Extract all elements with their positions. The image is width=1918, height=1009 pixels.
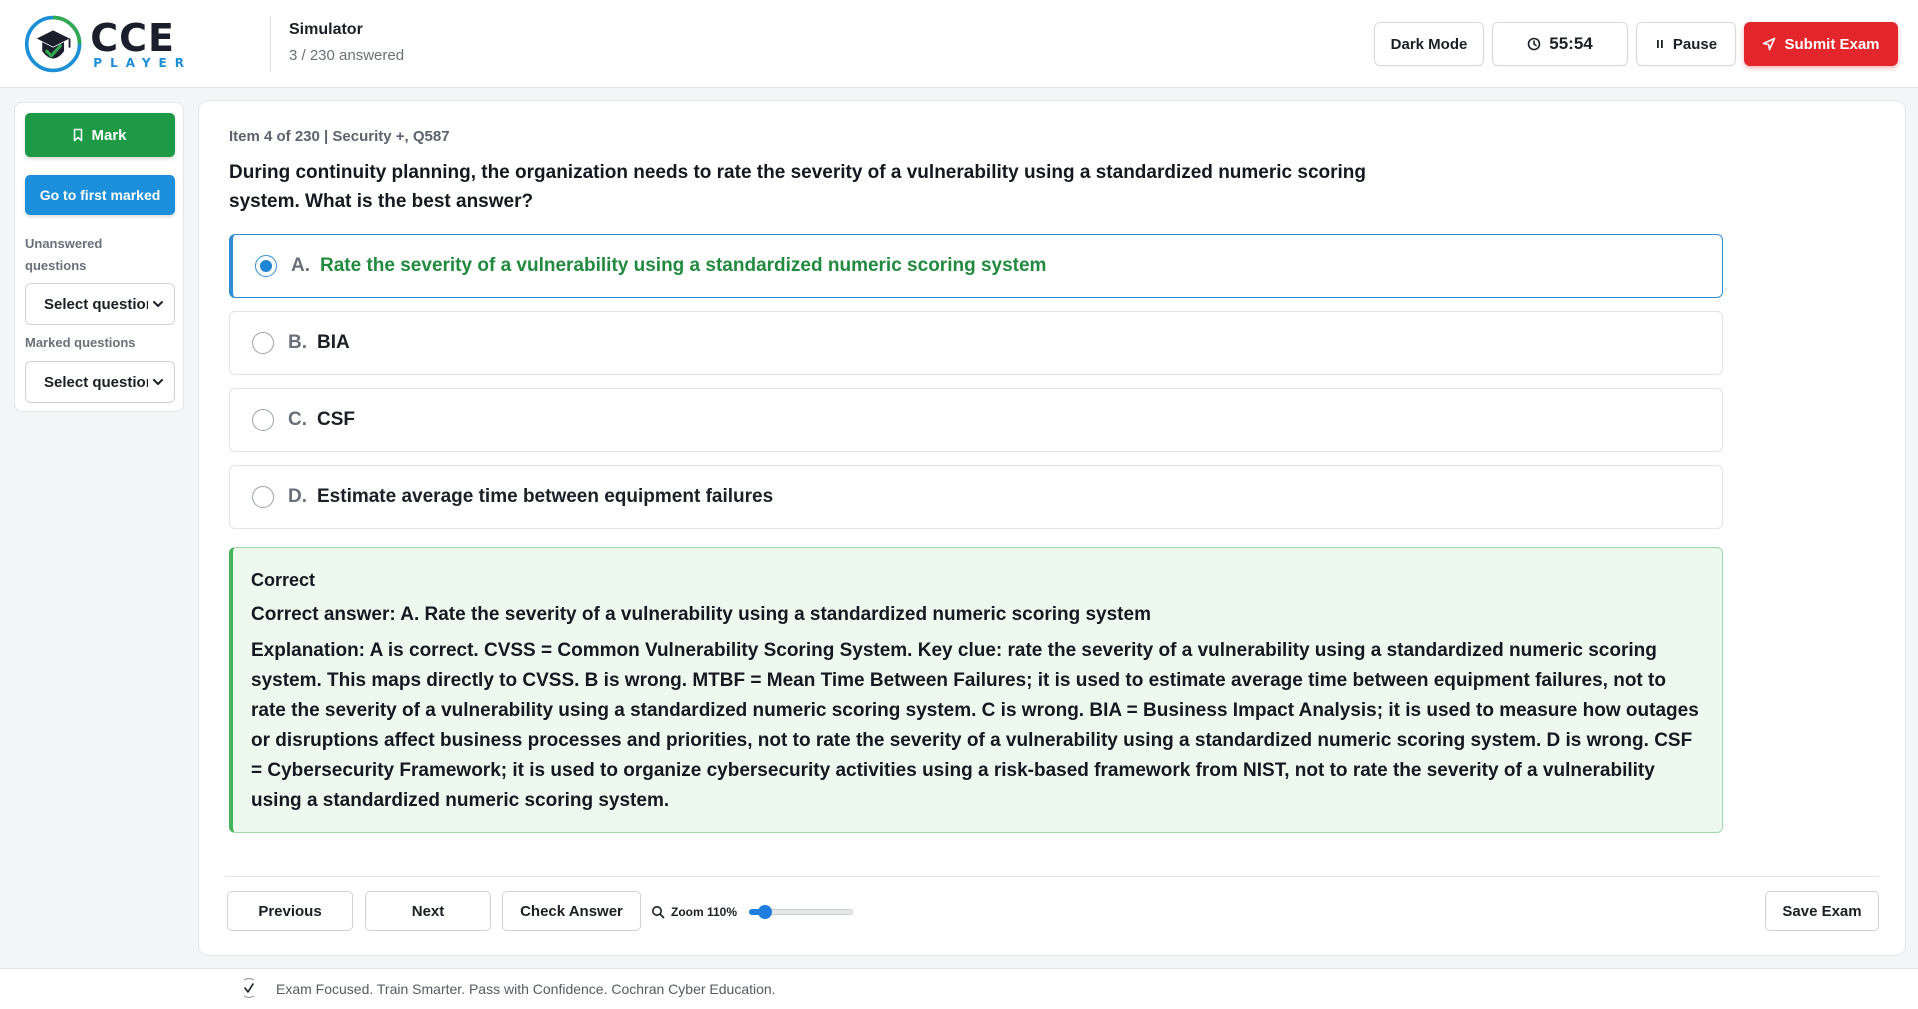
radio-button[interactable] xyxy=(252,486,274,508)
answered-progress: 3 / 230 answered xyxy=(289,47,405,64)
check-answer-button[interactable]: Check Answer xyxy=(502,891,641,931)
check-answer-label: Check Answer xyxy=(520,902,623,920)
next-label: Next xyxy=(411,902,445,920)
option-letter: C. xyxy=(288,409,307,430)
chevron-down-icon xyxy=(153,379,163,385)
pause-label: Pause xyxy=(1672,35,1718,53)
answer-option-b[interactable]: B. BIA xyxy=(229,311,1723,375)
answer-feedback: Correct Correct answer: A. Rate the seve… xyxy=(229,547,1723,833)
checkmark-icon xyxy=(243,977,255,999)
option-text: BIA xyxy=(317,332,350,353)
marked-questions-select[interactable]: Select question xyxy=(25,361,175,403)
feedback-status: Correct xyxy=(251,570,316,590)
answer-option-c[interactable]: C. CSF xyxy=(229,388,1723,452)
next-button[interactable]: Next xyxy=(365,891,491,931)
unanswered-questions-label: Unanswered questions xyxy=(25,236,103,273)
bookmark-icon xyxy=(74,128,83,142)
mark-button[interactable]: Mark xyxy=(25,113,175,157)
logo-subname: PLAYER xyxy=(93,56,192,70)
radio-button[interactable] xyxy=(252,409,274,431)
option-text: CSF xyxy=(317,409,355,430)
zoom-slider-thumb[interactable] xyxy=(758,905,773,919)
option-letter: B. xyxy=(288,332,307,353)
option-text: Estimate average time between equipment … xyxy=(317,486,774,507)
question-text: During continuity planning, the organiza… xyxy=(229,162,1367,212)
pause-button[interactable]: Pause xyxy=(1636,22,1736,66)
unanswered-questions-select[interactable]: Select question xyxy=(25,283,175,325)
answer-option-d[interactable]: D. Estimate average time between equipme… xyxy=(229,465,1723,529)
option-text: Rate the severity of a vulnerability usi… xyxy=(320,255,1047,276)
dark-mode-label: Dark Mode xyxy=(1390,35,1468,53)
timer-display[interactable]: 55:54 xyxy=(1492,22,1628,66)
magnifier-icon xyxy=(652,906,665,919)
send-icon xyxy=(1763,37,1776,51)
previous-button[interactable]: Previous xyxy=(227,891,353,931)
save-exam-button[interactable]: Save Exam xyxy=(1765,891,1879,931)
chevron-down-icon xyxy=(153,301,163,307)
mark-label: Mark xyxy=(91,126,127,144)
option-letter: D. xyxy=(288,486,307,507)
submit-exam-button[interactable]: Submit Exam xyxy=(1744,22,1898,66)
logo-name: CCE xyxy=(90,16,176,60)
answer-option-a[interactable]: A. Rate the severity of a vulnerability … xyxy=(229,234,1723,298)
save-exam-label: Save Exam xyxy=(1782,902,1862,920)
question-sidebar: Mark Go to first marked Unanswered quest… xyxy=(14,102,184,412)
controls-divider xyxy=(225,876,1879,877)
go-to-first-marked-label: Go to first marked xyxy=(39,187,161,203)
radio-button[interactable] xyxy=(252,332,274,354)
mode-title: Simulator xyxy=(289,21,363,38)
cce-player-logo: CCE PLAYER xyxy=(24,12,192,76)
timer-value: 55:54 xyxy=(1549,34,1593,53)
zoom-control: Zoom 110% xyxy=(651,900,854,924)
dark-mode-button[interactable]: Dark Mode xyxy=(1374,22,1484,66)
correct-answer-text: Correct answer: A. Rate the severity of … xyxy=(251,604,1151,625)
header-divider xyxy=(270,16,271,72)
zoom-slider[interactable] xyxy=(749,900,854,924)
item-meta: Item 4 of 230 | Security +, Q587 xyxy=(229,128,450,145)
explanation-text: Explanation: A is correct. CVSS = Common… xyxy=(251,640,1699,811)
question-panel: Item 4 of 230 | Security +, Q587 During … xyxy=(198,100,1906,956)
app-footer: Exam Focused. Train Smarter. Pass with C… xyxy=(0,968,1918,1009)
marked-questions-label: Marked questions xyxy=(25,335,136,350)
radio-selected-dot xyxy=(260,260,272,272)
radio-button[interactable] xyxy=(255,255,277,277)
option-letter: A. xyxy=(291,255,310,276)
pause-icon xyxy=(1656,40,1663,48)
app-header: CCE PLAYER Simulator 3 / 230 answered Da… xyxy=(0,0,1918,88)
graduation-shield-icon xyxy=(24,15,82,73)
footer-tagline: Exam Focused. Train Smarter. Pass with C… xyxy=(276,981,776,997)
previous-label: Previous xyxy=(258,902,322,920)
zoom-label: Zoom 110% xyxy=(671,905,738,919)
marked-select-value: Select question xyxy=(44,373,148,391)
go-to-first-marked-button[interactable]: Go to first marked xyxy=(25,175,175,215)
submit-exam-label: Submit Exam xyxy=(1784,35,1880,53)
unanswered-select-value: Select question xyxy=(44,295,148,313)
clock-icon xyxy=(1527,37,1541,51)
